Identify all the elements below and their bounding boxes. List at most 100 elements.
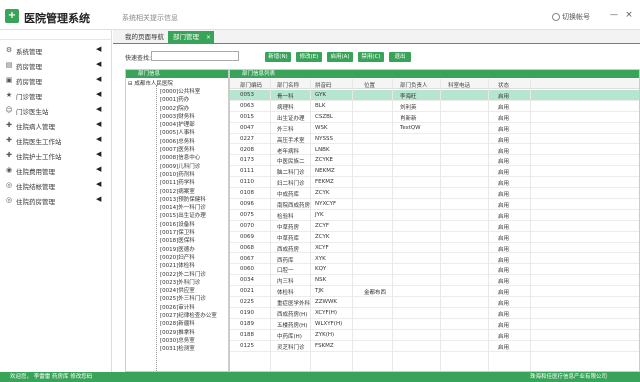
tree-node[interactable]: [0015]出生证办理 — [160, 212, 228, 220]
tree-node[interactable]: [0026]审计科 — [160, 304, 228, 312]
enable-button[interactable]: 启用(A) — [327, 52, 353, 62]
exit-button[interactable]: 退出 — [389, 52, 411, 62]
tree-node[interactable]: [0005]人事科 — [160, 129, 228, 137]
table-row[interactable]: 0068 西成药房 XCYF 启用 — [230, 243, 639, 254]
table-row[interactable]: 0060 口腔一 KQY 启用 — [230, 264, 639, 276]
search-input[interactable] — [151, 51, 239, 61]
tree-node[interactable]: [0019]医德办 — [160, 246, 228, 254]
caret-left-icon: ◀ — [96, 135, 102, 143]
column-header[interactable]: 位置 — [364, 81, 375, 89]
tree-node[interactable]: [0017]保卫科 — [160, 229, 228, 237]
table-row[interactable]: 0188 中药库(H) ZYK(H) 启用 — [230, 330, 639, 341]
checkout-icon: ◎ — [5, 181, 13, 189]
tree-node[interactable]: [0008]信息中心 — [160, 154, 228, 162]
tree-node[interactable]: [0020]妇产科 — [160, 254, 228, 262]
app-logo-icon: + — [5, 9, 19, 23]
table-row[interactable]: 0108 中成药库 ZCYK 启用 — [230, 188, 639, 199]
tree-node[interactable]: [0022]外二科门诊 — [160, 271, 228, 279]
table-cell: ZZWWK — [315, 299, 338, 306]
tab-close-icon[interactable]: × — [206, 31, 211, 44]
tree-node[interactable]: [0029]推拿科 — [160, 329, 228, 337]
table-cell: 启用 — [498, 322, 510, 329]
table-cell: NYSSS — [315, 135, 333, 142]
tree-root-node[interactable]: ⊟ 成都市人民医院 — [128, 79, 173, 87]
column-header[interactable]: 部门名称 — [277, 81, 299, 89]
sidebar-item-label: 住院护士工作站 — [16, 153, 62, 161]
disable-button[interactable]: 禁用(C) — [358, 52, 384, 62]
tree-node[interactable]: [0006]总务科 — [160, 138, 228, 146]
table-row[interactable]: 0208 老年病科 LNBK 启用 — [230, 145, 639, 156]
tree-node[interactable]: [0023]外科门诊 — [160, 279, 228, 287]
table-cell: 中药库(H) — [277, 333, 302, 340]
column-header[interactable]: 状态 — [498, 81, 509, 89]
tree-node[interactable]: [0028]新疆科 — [160, 320, 228, 328]
column-header[interactable]: 部门编码 — [240, 81, 262, 89]
pharmacy-icon: ◎ — [5, 196, 13, 204]
add-button[interactable]: 新增(N) — [265, 52, 291, 62]
column-header[interactable]: 科室电话 — [448, 81, 470, 89]
sidebar-item[interactable]: ▣ 药房管理 ◀ — [0, 72, 112, 87]
table-row[interactable]: 0190 西成药房(H) XCYF(H) 启用 — [230, 308, 639, 319]
tree-node[interactable]: [0001]药办 — [160, 96, 228, 104]
table-row[interactable]: 0096 南院西成药房 NYXCYF 启用 — [230, 199, 639, 210]
sidebar-item[interactable]: ✚ 住院医生工作站 ◀ — [0, 132, 112, 147]
column-header[interactable]: 部门负责人 — [400, 81, 428, 89]
switch-account-button[interactable]: 切换帐号 — [552, 12, 590, 22]
table-row[interactable]: 0053 骨一科 GYK 李海旺 启用 — [230, 90, 639, 101]
table-row[interactable]: 0125 灵芝科门诊 FSKMZ 启用 — [230, 341, 639, 352]
tree-node[interactable]: [0000]公共科室 — [160, 88, 228, 96]
status-company: 珠海和佳医疗信息产业有限公司 — [530, 374, 608, 380]
tree-node[interactable]: [0014]外一科门诊 — [160, 204, 228, 212]
edit-button[interactable]: 修改(E) — [296, 52, 322, 62]
sidebar-item[interactable]: ▤ 药房管理 ◀ — [0, 57, 112, 72]
sidebar-item[interactable]: ◉ 住院费用管理 ◀ — [0, 162, 112, 177]
sidebar-item[interactable]: ⚙ 系统管理 ◀ — [0, 42, 112, 57]
tree-node[interactable]: [0009]儿科门诊 — [160, 163, 228, 171]
table-cell: ZCYKE — [315, 157, 333, 164]
sidebar-item[interactable]: ✚ 住院病人管理 ◀ — [0, 117, 112, 132]
sidebar-item[interactable]: ★ 门诊管理 ◀ — [0, 87, 112, 102]
table-row[interactable]: 0015 出生证办理 CSZBL 肖新新 启用 — [230, 112, 639, 123]
tree-node[interactable]: [0002]院办 — [160, 105, 228, 113]
tree-node[interactable]: [0016]设备科 — [160, 221, 228, 229]
table-cell: TJK — [315, 288, 324, 295]
tree-node[interactable]: [0027]纪律检查办公室 — [160, 312, 228, 320]
table-row[interactable]: 0021 体检科 TJK 金都布西 启用 — [230, 286, 639, 298]
building-icon: ▤ — [5, 61, 13, 69]
minimize-button[interactable]: — — [609, 10, 619, 20]
sidebar-item[interactable]: ✚ 住院护士工作站 ◀ — [0, 147, 112, 162]
tree-node[interactable]: [0004]护理部 — [160, 121, 228, 129]
tree-node[interactable]: [0003]财务科 — [160, 113, 228, 121]
tree-node[interactable]: [0007]医务科 — [160, 146, 228, 154]
table-row[interactable]: 0069 中草药库 ZCYK 启用 — [230, 232, 639, 243]
sidebar-item[interactable]: ◎ 住院结帐管理 ◀ — [0, 177, 112, 192]
table-row[interactable]: 0227 高压手术室 NYSSS 启用 — [230, 134, 639, 145]
tree-node[interactable]: [0024]供应室 — [160, 287, 228, 295]
tree-node[interactable]: [0031]检测室 — [160, 345, 228, 353]
table-row[interactable]: 0067 西药库 XYK 启用 — [230, 254, 639, 265]
table-row[interactable]: 0173 中医民族二 ZCYKE 启用 — [230, 155, 639, 167]
tree-node[interactable]: [0030]总务室 — [160, 337, 228, 345]
column-header[interactable]: 拼音码 — [315, 81, 332, 89]
table-row[interactable]: 0075 检验科 JYK 启用 — [230, 210, 639, 221]
tree-node[interactable]: [0010]药剂科 — [160, 171, 228, 179]
tab-dept-management[interactable]: 部门管理 × — [168, 31, 214, 44]
tree-node[interactable]: [0012]病案室 — [160, 188, 228, 196]
table-row[interactable]: 0189 五楼药房(H) WLXYF(H) 启用 — [230, 319, 639, 330]
table-row[interactable]: 0111 脑二科门诊 NEKMZ 启用 — [230, 166, 639, 178]
sidebar-item[interactable]: ☺ 门诊医生站 ◀ — [0, 102, 112, 117]
tree-node[interactable]: [0011]药学科 — [160, 179, 228, 187]
tree-node[interactable]: [0021]体检科 — [160, 262, 228, 270]
table-row[interactable]: 0063 病理科 BLK 刘利英 启用 — [230, 101, 639, 112]
table-row[interactable]: 0034 内三科 NSK 启用 — [230, 275, 639, 287]
table-row[interactable]: 0110 妇二科门诊 FEKMZ 启用 — [230, 177, 639, 189]
table-row[interactable]: 0047 外三科 WSK TestQW 启用 — [230, 123, 639, 134]
table-row[interactable]: 0070 中草药房 ZCYF 启用 — [230, 221, 639, 232]
tree-node[interactable]: [0013]预防保健科 — [160, 196, 228, 204]
tree-node[interactable]: [0025]外三科门诊 — [160, 295, 228, 303]
tree-node[interactable]: [0018]医保科 — [160, 237, 228, 245]
table-row[interactable]: 0225 重症医学外科 ZZWWK 启用 — [230, 297, 639, 308]
close-button[interactable]: × — [624, 10, 634, 20]
tab-home[interactable]: 我的页面导航 — [125, 32, 164, 43]
sidebar-item[interactable]: ◎ 住院药房管理 ◀ — [0, 192, 112, 207]
